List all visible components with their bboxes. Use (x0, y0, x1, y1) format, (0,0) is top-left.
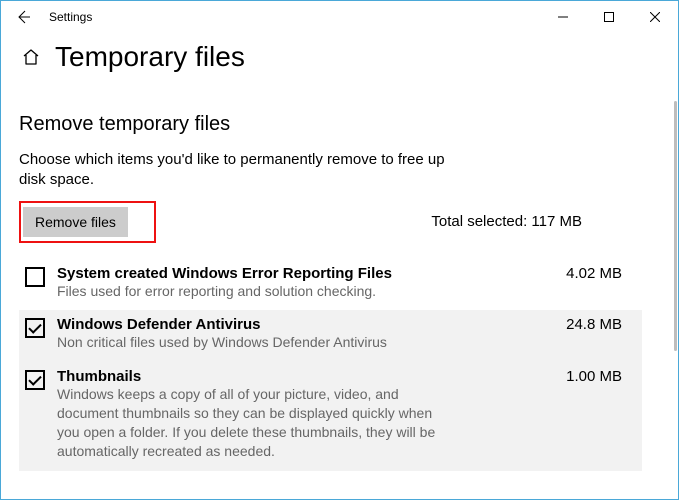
item-description: Windows keeps a copy of all of your pict… (57, 385, 437, 461)
item-body: System created Windows Error Reporting F… (57, 265, 636, 301)
item-body: Windows Defender Antivirus 24.8 MB Non c… (57, 316, 636, 352)
item-description: Non critical files used by Windows Defen… (57, 333, 437, 352)
section-description: Choose which items you'd like to permane… (19, 150, 469, 191)
maximize-button[interactable] (586, 1, 632, 33)
highlight-annotation: Remove files (19, 201, 156, 243)
temp-file-item[interactable]: System created Windows Error Reporting F… (19, 259, 642, 311)
window-controls (540, 1, 678, 33)
item-title: Windows Defender Antivirus (57, 316, 261, 333)
minimize-button[interactable] (540, 1, 586, 33)
item-description: Files used for error reporting and solut… (57, 282, 437, 301)
item-size: 1.00 MB (566, 368, 626, 385)
item-title: Thumbnails (57, 368, 141, 385)
total-selected-label: Total selected: 117 MB (431, 213, 642, 230)
item-title: System created Windows Error Reporting F… (57, 265, 392, 282)
page-header: Temporary files (1, 33, 678, 77)
section-heading: Remove temporary files (19, 113, 642, 136)
remove-files-button[interactable]: Remove files (23, 207, 128, 237)
close-button[interactable] (632, 1, 678, 33)
item-checkbox[interactable] (25, 318, 45, 338)
scrollbar-thumb[interactable] (674, 101, 677, 351)
page-title: Temporary files (55, 41, 245, 73)
selected-items-group: Windows Defender Antivirus 24.8 MB Non c… (19, 310, 642, 470)
home-icon[interactable] (19, 45, 43, 69)
content-area: Remove temporary files Choose which item… (1, 77, 678, 471)
item-size: 24.8 MB (566, 316, 626, 333)
temp-file-item[interactable]: Windows Defender Antivirus 24.8 MB Non c… (19, 310, 642, 362)
window-title: Settings (49, 10, 92, 24)
item-checkbox[interactable] (25, 267, 45, 287)
temp-file-item[interactable]: Thumbnails 1.00 MB Windows keeps a copy … (19, 362, 642, 471)
item-body: Thumbnails 1.00 MB Windows keeps a copy … (57, 368, 636, 461)
scrollbar[interactable] (674, 101, 677, 491)
settings-window: Settings Temporary files Remove temporar… (0, 0, 679, 500)
back-button[interactable] (9, 3, 37, 31)
action-row: Remove files Total selected: 117 MB (19, 201, 642, 243)
item-size: 4.02 MB (566, 265, 626, 282)
titlebar: Settings (1, 1, 678, 33)
item-checkbox[interactable] (25, 370, 45, 390)
